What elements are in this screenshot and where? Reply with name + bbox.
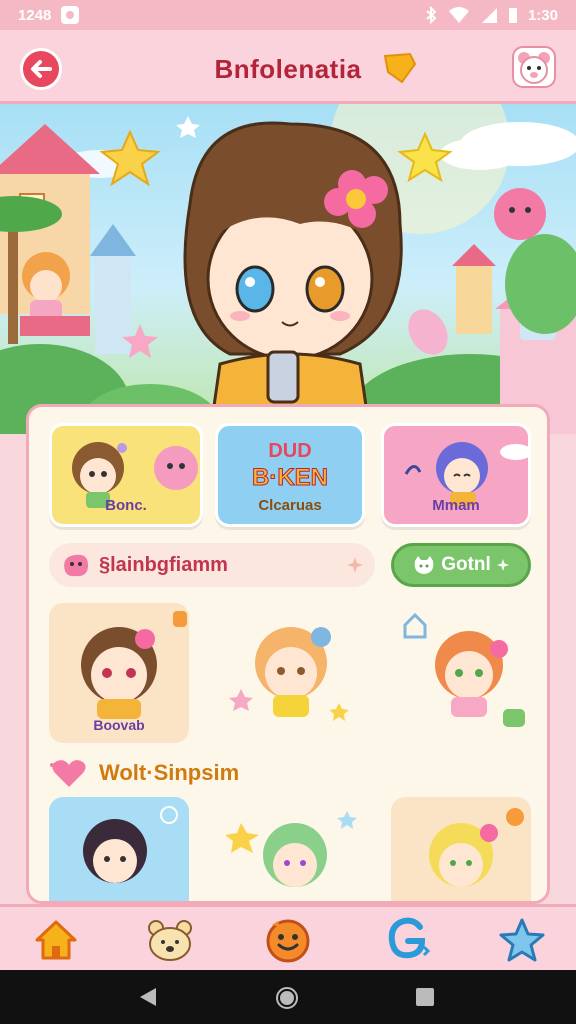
- goto-label: Gotnl: [441, 554, 491, 575]
- star-icon: [499, 918, 545, 962]
- section-title: Wolt·Sinpsim: [49, 757, 239, 789]
- app-title: Bnfolenatia: [214, 54, 362, 84]
- sticker-g-icon: [388, 917, 431, 959]
- system-home-icon[interactable]: [275, 986, 299, 1010]
- feature-card-bonc[interactable]: Bonc.: [49, 423, 203, 527]
- status-left: 1248: [18, 6, 80, 24]
- pink-blob-icon: [64, 554, 89, 577]
- system-nav-bar: [0, 970, 576, 1024]
- feature-sign-bottom: B·KEN: [252, 464, 329, 492]
- bottom-nav: [0, 904, 576, 970]
- sticker-art: [403, 612, 525, 727]
- bear-icon: [148, 920, 192, 961]
- search-bar[interactable]: §lainbgfiamm: [49, 543, 375, 587]
- sticker-art: [229, 627, 349, 721]
- section-title-text: Wolt·Sinpsim: [99, 760, 240, 785]
- sticker-item[interactable]: Boovab: [49, 603, 189, 743]
- hero-illustration: [0, 104, 576, 434]
- sticker-item[interactable]: [221, 603, 361, 743]
- heart-icon: [50, 760, 86, 787]
- sparkle-icon: [496, 559, 509, 571]
- feature-label-clcaruas: Clcaruas: [258, 497, 322, 514]
- feature-label-bonc: Bonc.: [105, 497, 147, 514]
- status-bar: 1248 1:30: [0, 0, 576, 30]
- battery-icon: [508, 8, 517, 23]
- bear-face-icon[interactable]: [512, 46, 556, 88]
- sticker-item[interactable]: [221, 797, 361, 901]
- search-input[interactable]: §lainbgfiamm: [99, 554, 339, 577]
- sticker-label: Boovab: [93, 717, 145, 733]
- feature-label-mmam: Mmam: [432, 497, 480, 514]
- hero-banner: [0, 104, 576, 434]
- price-tag-icon[interactable]: [382, 50, 418, 86]
- sparkle-icon: [347, 557, 363, 573]
- content-panel: Bonc. DUD B·KEN Clcaruas Mmam §lainbgfia…: [26, 404, 550, 904]
- status-time: 1248: [18, 6, 52, 24]
- sticker-art: [83, 806, 178, 883]
- wifi-icon: [448, 7, 469, 23]
- sticker-art: [429, 808, 524, 887]
- notification-icon: [61, 6, 80, 24]
- feature-card-clcaruas[interactable]: DUD B·KEN Clcaruas: [215, 423, 365, 527]
- home-icon: [35, 920, 77, 960]
- nav-smile[interactable]: [262, 915, 314, 965]
- app-bar: Bnfolenatia: [0, 30, 576, 104]
- sticker-item[interactable]: [49, 797, 189, 901]
- nav-sticker[interactable]: [382, 915, 434, 965]
- status-right: 1:30: [424, 6, 558, 24]
- sticker-art: [225, 811, 357, 887]
- nav-bear[interactable]: [144, 915, 196, 965]
- nav-favorites[interactable]: [496, 915, 548, 965]
- system-recents-icon[interactable]: [414, 986, 436, 1008]
- feature-card-mmam[interactable]: Mmam: [381, 423, 531, 527]
- cat-face-icon: [414, 556, 434, 574]
- system-back-icon[interactable]: [138, 986, 158, 1008]
- sticker-item[interactable]: [391, 603, 531, 743]
- smile-face-icon: [266, 919, 310, 963]
- bluetooth-icon: [426, 6, 437, 24]
- signal-icon: [481, 8, 497, 23]
- goto-button[interactable]: Gotnl: [391, 543, 531, 587]
- sticker-item[interactable]: [391, 797, 531, 901]
- feature-sign-top: DUD: [268, 440, 312, 462]
- status-time-right: 1:30: [527, 6, 558, 24]
- nav-home[interactable]: [30, 915, 82, 965]
